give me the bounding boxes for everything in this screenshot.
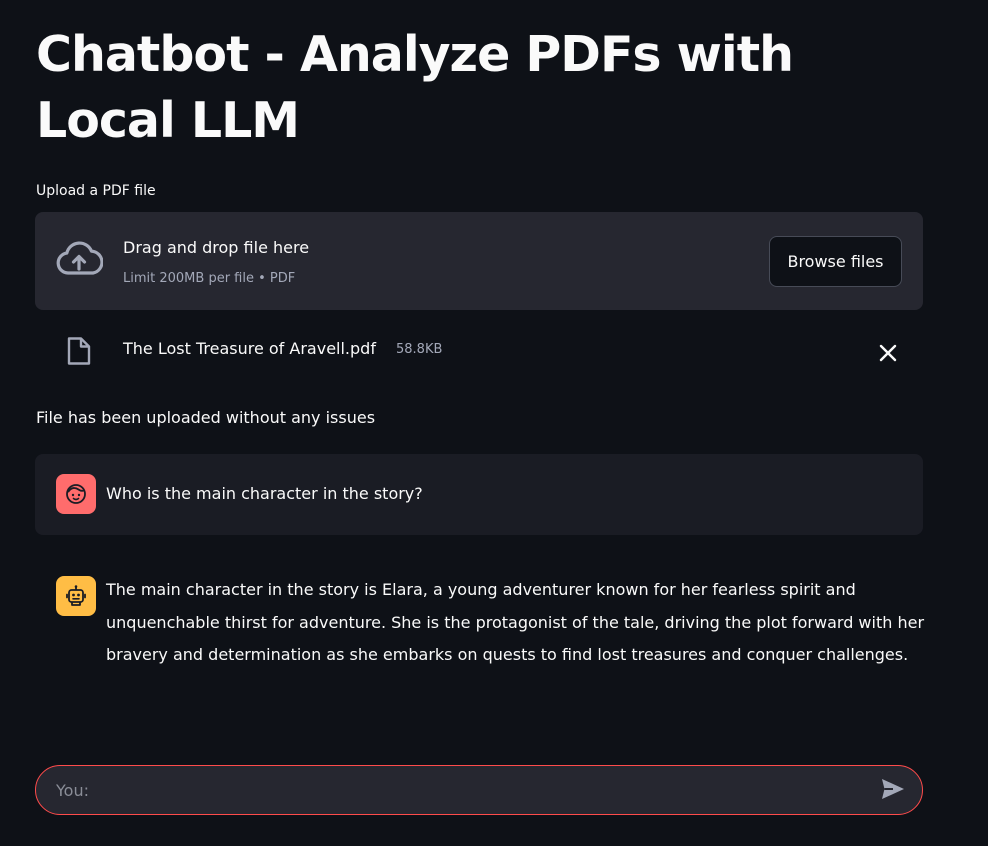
chat-input-container [35, 765, 923, 815]
send-button[interactable] [878, 777, 908, 803]
dropzone-title: Drag and drop file here [123, 238, 310, 257]
close-icon[interactable] [875, 340, 901, 366]
user-face-icon [66, 484, 86, 504]
upload-label: Upload a PDF file [36, 183, 156, 199]
dropzone-limit: Limit 200MB per file • PDF [123, 271, 296, 286]
robot-icon [66, 585, 86, 606]
uploaded-file-row: The Lost Treasure of Aravell.pdf 58.8KB [35, 326, 923, 374]
user-message-text: Who is the main character in the story? [106, 484, 423, 503]
file-icon [67, 337, 91, 365]
chat-input[interactable] [56, 776, 856, 804]
user-avatar [56, 474, 96, 514]
send-icon [882, 779, 904, 799]
browse-files-button[interactable]: Browse files [769, 236, 902, 287]
user-chat-message: Who is the main character in the story? [35, 454, 923, 535]
uploaded-file-name: The Lost Treasure of Aravell.pdf [123, 339, 376, 358]
file-dropzone[interactable]: Drag and drop file here Limit 200MB per … [35, 212, 923, 310]
app-page: Chatbot - Analyze PDFs with Local LLM Up… [0, 0, 988, 846]
upload-status-message: File has been uploaded without any issue… [36, 408, 376, 427]
assistant-avatar [56, 576, 96, 616]
page-title: Chatbot - Analyze PDFs with Local LLM [36, 26, 794, 149]
assistant-message-text: The main character in the story is Elara… [106, 580, 925, 665]
uploaded-file-size: 58.8KB [396, 342, 443, 357]
cloud-upload-icon [56, 241, 103, 275]
